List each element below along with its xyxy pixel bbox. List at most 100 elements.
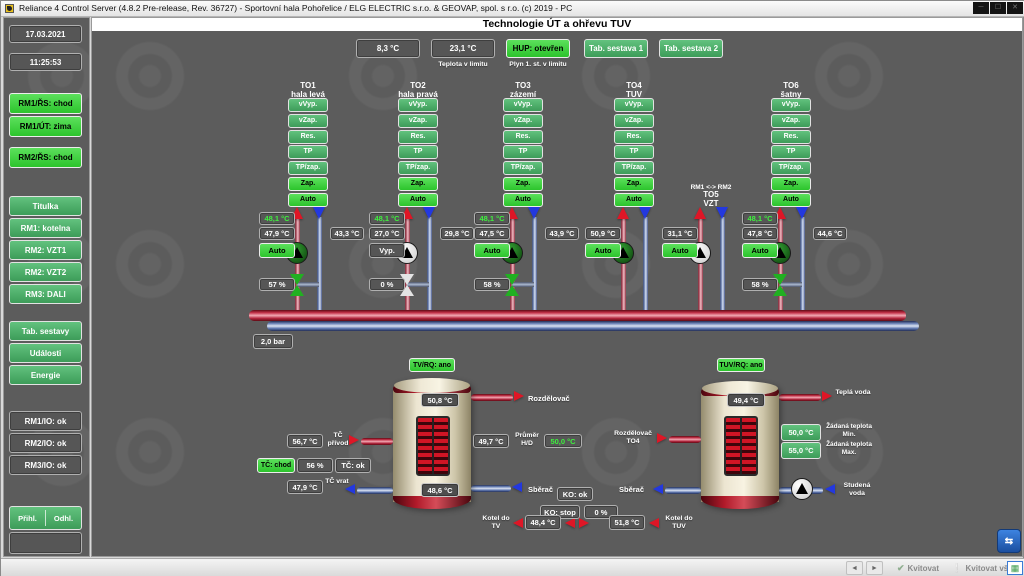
circuit-to6-mode-btn-zap[interactable]: Zap. [771,177,811,191]
circuit-to4-mode-btn-tp[interactable]: TP [614,145,654,159]
circuit-to2-mode-btn-vvyp[interactable]: vVyp. [398,98,438,112]
tv-tank-bottom-band [393,496,471,509]
circuit-to3-mode-btn-res[interactable]: Res. [503,130,543,144]
circuit-to1-mode-btn-res[interactable]: Res. [288,130,328,144]
minimize-icon[interactable]: ─ [973,2,989,14]
tuv-tank-top-temp: 49,4 °C [727,393,765,407]
remote-access-icon[interactable]: ⇆ [997,529,1021,553]
circuit-to1-mode-btn-vvyp[interactable]: vVyp. [288,98,328,112]
circuit-to6-mode-btn-res[interactable]: Res. [771,130,811,144]
sidebar-item-udalosti[interactable]: Události [9,343,82,363]
circuit-to2-mode-btn-tpzap[interactable]: TP/zap. [398,161,438,175]
circuit-to2-mode-btn-tp[interactable]: TP [398,145,438,159]
tv-tank-coil [416,416,450,476]
circuit-to2-mode-btn-zap[interactable]: Zap. [398,177,438,191]
tuv-setpoint-max-label: Žádaná teplota Max. [825,441,873,457]
circuit-to1-return-flow-arrow-icon [313,207,325,219]
circuit-to3-setpoint: 48,1 °C [474,212,510,225]
sidebar-item-tab-sestavy[interactable]: Tab. sestavy [9,321,82,341]
logout-button[interactable]: Odhl. [46,514,81,523]
circuit-to1-mode-btn-vzap[interactable]: vZap. [288,114,328,128]
cold-water-arrow-icon [825,484,835,494]
pump-triangle-icon [796,483,808,494]
circuit-to2-mode-btn-vzap[interactable]: vZap. [398,114,438,128]
circuit-to1-mode: Auto [259,243,295,258]
circuit-to4-mode: Auto [585,243,621,258]
circuit-to4-header: TO4TUV [592,82,676,98]
circuit-to4-mode-btn-zap[interactable]: Zap. [614,177,654,191]
app-window: Reliance 4 Control Server (4.8.2 Pre-rel… [0,0,1024,576]
circuit-to3-mode-btn-auto[interactable]: Auto [503,193,543,207]
circuit-to1-mode-btn-auto[interactable]: Auto [288,193,328,207]
acknowledge-button[interactable]: ✔ Kvitovat [889,560,947,576]
circuit-to1-mode-btn-zap[interactable]: Zap. [288,177,328,191]
tuv-from-label: Rozdělovač TO4 [611,430,655,447]
hup-caption: Plyn 1. st. v limitu [490,61,586,69]
circuit-to3-mode-btn-tp[interactable]: TP [503,145,543,159]
hp-supply-pipe [361,438,393,445]
circuit-to3-mode-btn-tpzap[interactable]: TP/zap. [503,161,543,175]
hp-percent: 56 % [297,458,333,473]
rm3-io-status[interactable]: RM3/IO: ok [9,455,82,475]
tab-sestava-2-button[interactable]: Tab. sestava 2 [659,39,723,58]
rm2-rs-status[interactable]: RM2/ŘS: chod [9,147,82,168]
sidebar-item-rm3-dali[interactable]: RM3: DALI [9,284,82,304]
circuit-to6-mode-btn-auto[interactable]: Auto [771,193,811,207]
distributor-label: Rozdělovač [528,394,588,403]
circuit-to4-supply-pipe [621,217,626,319]
circuit-to1-mode-btn-tp[interactable]: TP [288,145,328,159]
sidebar-item-rm1-kotelna[interactable]: RM1: kotelna [9,218,82,238]
tuv-from-pipe [669,436,701,443]
circuit-to6-mode-btn-vvyp[interactable]: vVyp. [771,98,811,112]
sidebar-item-rm2-vzt1[interactable]: RM2: VZT1 [9,240,82,260]
circuit-to4-mode-btn-res[interactable]: Res. [614,130,654,144]
tank-avg-setpoint: 50,0 °C [544,434,582,448]
circuit-to4-mode-btn-vzap[interactable]: vZap. [614,114,654,128]
rm1-rs-status[interactable]: RM1/ŘS: chod [9,93,82,114]
circuit-to4-supply-flow-arrow-icon [617,207,629,219]
rm1-io-status[interactable]: RM1/IO: ok [9,411,82,431]
user-display [9,532,82,554]
window-titlebar: Reliance 4 Control Server (4.8.2 Pre-rel… [1,1,1024,17]
circuit-to1-mode-btn-tpzap[interactable]: TP/zap. [288,161,328,175]
cold-water-label: Studená voda [837,482,877,499]
circuit-to3-header: TO3zázemí [481,82,565,98]
sidebar-item-energie[interactable]: Energie [9,365,82,385]
circuit-to2-mode-btn-res[interactable]: Res. [398,130,438,144]
close-icon[interactable]: ✕ [1007,2,1023,14]
circuit-to6-mode-btn-tp[interactable]: TP [771,145,811,159]
rm2-io-status[interactable]: RM2/IO: ok [9,433,82,453]
circuit-to4-mode-btn-vvyp[interactable]: vVyp. [614,98,654,112]
circuit-to6-mode-btn-vzap[interactable]: vZap. [771,114,811,128]
circuit-to3-mode-btn-vvyp[interactable]: vVyp. [503,98,543,112]
tuv-setpoint-min-label: Žádaná teplota Min. [825,423,873,439]
circuit-to3-mode-btn-zap[interactable]: Zap. [503,177,543,191]
circuit-to3-return-flow-arrow-icon [528,207,540,219]
sidebar-item-rm2-vzt2[interactable]: RM2: VZT2 [9,262,82,282]
circuit-to3-mode-btn-vzap[interactable]: vZap. [503,114,543,128]
prev-alarm-button[interactable]: ◄ [846,561,863,575]
circuit-to2-mode-btn-auto[interactable]: Auto [398,193,438,207]
circuit-to2-supply-pipe [405,217,410,319]
outdoor-temp: 8,3 °C [356,39,420,58]
circuit-to6-supply-pipe [778,217,783,319]
warning-icon: ❕ [951,563,962,574]
login-button[interactable]: Přihl. [10,514,45,523]
circuit-to4-mode-btn-tpzap[interactable]: TP/zap. [614,161,654,175]
login-logout-group: Přihl. Odhl. [9,506,82,530]
maximize-icon[interactable]: ☐ [990,2,1006,14]
boiler-to-tv-label: Kotel do TV [481,515,511,532]
view-toggle-icon[interactable]: ▦ [1007,561,1023,575]
circuit-to6-supply-temp: 47,8 °C [742,227,778,240]
rm1-ut-status[interactable]: RM1/ÚT: zima [9,116,82,137]
circuit-to1-setpoint: 48,1 °C [259,212,295,225]
tv-tank-status: TV/RQ: ano [409,358,455,372]
circuit-to4-supply-temp: 50,9 °C [585,227,621,240]
acknowledge-all-button[interactable]: ❕ Kvitovat vše [949,560,1015,576]
next-alarm-button[interactable]: ► [866,561,883,575]
tab-sestava-1-button[interactable]: Tab. sestava 1 [584,39,648,58]
circuit-to6-mode-btn-tpzap[interactable]: TP/zap. [771,161,811,175]
collector-arrow-icon [512,482,522,492]
circuit-to4-mode-btn-auto[interactable]: Auto [614,193,654,207]
sidebar-item-titulka[interactable]: Titulka [9,196,82,216]
